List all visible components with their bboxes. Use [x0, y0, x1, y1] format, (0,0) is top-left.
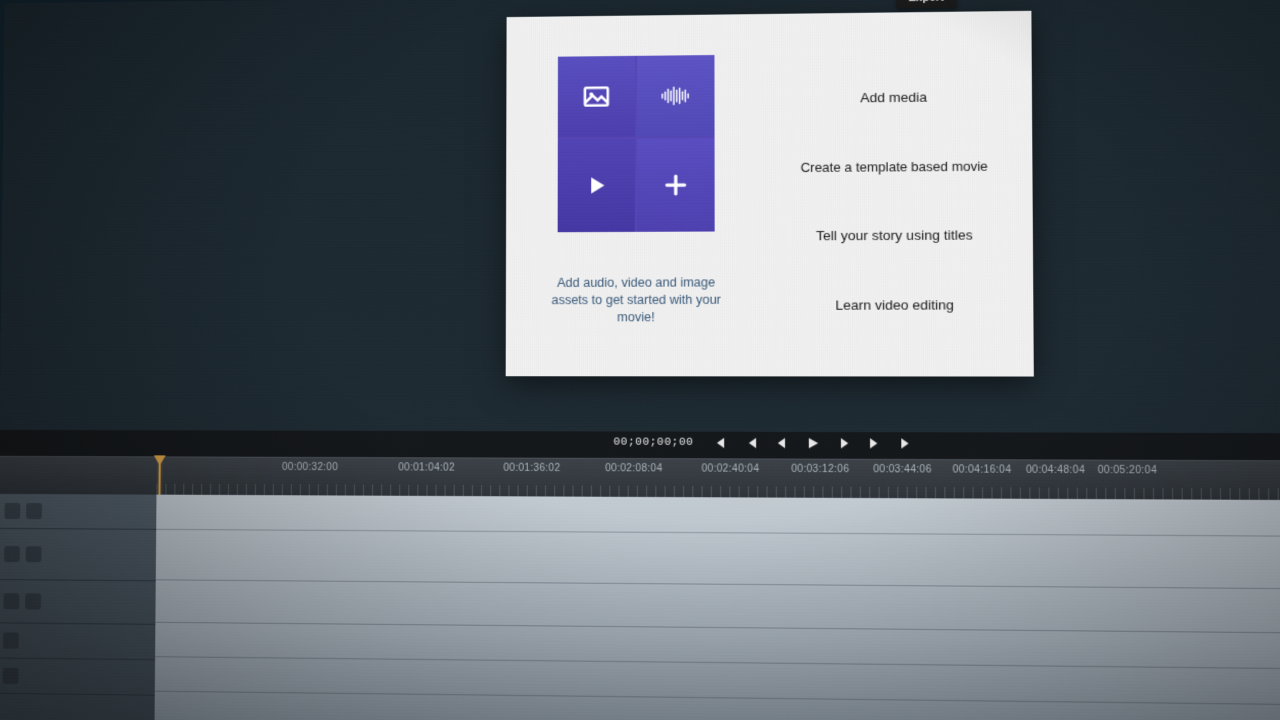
lock-icon[interactable] — [25, 593, 41, 609]
ruler-mark: 00:02:40:04 — [701, 463, 759, 475]
welcome-link-template-movie[interactable]: Create a template based movie — [777, 158, 1011, 175]
welcome-link-learn[interactable]: Learn video editing — [777, 297, 1012, 313]
welcome-link-add-media[interactable]: Add media — [777, 89, 1011, 106]
track-header-empty — [0, 694, 155, 720]
ruler-mark: 00:03:12:06 — [791, 464, 849, 476]
ruler-mark: 00:03:44:06 — [873, 464, 932, 476]
step-fwd-button[interactable] — [836, 435, 853, 452]
welcome-dialog: Add audio, video and image assets to get… — [506, 11, 1034, 377]
preview-area: Expert — [0, 0, 1280, 433]
transport-controls — [712, 435, 915, 452]
goto-end-button[interactable] — [898, 435, 915, 452]
timeline-tracks — [0, 494, 1280, 720]
lock-icon[interactable] — [26, 503, 42, 519]
speaker-icon[interactable] — [3, 593, 19, 609]
ruler-mark: 00:00:32:00 — [282, 462, 338, 473]
lock-icon[interactable] — [26, 546, 42, 562]
ruler-mark: 00:01:04:02 — [398, 462, 455, 473]
track-header-video-1[interactable] — [0, 529, 156, 581]
mode-tab-expert[interactable]: Expert — [896, 0, 956, 8]
speaker-icon[interactable] — [3, 632, 19, 648]
ruler-mark: 00:04:48:04 — [1026, 465, 1085, 477]
track-lanes[interactable] — [155, 495, 1280, 720]
ruler-mark: 00:02:08:04 — [605, 463, 662, 474]
ruler-mark: 00:04:16:04 — [952, 464, 1011, 476]
track-header-audio-3[interactable] — [0, 659, 155, 696]
track-header-video-2[interactable] — [0, 494, 156, 530]
ruler-mark: 00:05:20:04 — [1098, 465, 1158, 477]
track-header-audio-1[interactable] — [0, 580, 156, 625]
eye-icon[interactable] — [4, 546, 20, 562]
goto-start-button[interactable] — [712, 435, 728, 451]
play-button[interactable] — [805, 435, 822, 452]
plus-icon[interactable] — [637, 138, 715, 232]
play-icon[interactable] — [558, 139, 635, 233]
step-back-button[interactable] — [774, 435, 791, 451]
welcome-link-titles[interactable]: Tell your story using titles — [777, 227, 1012, 243]
audio-wave-icon[interactable] — [637, 55, 715, 137]
welcome-caption: Add audio, video and image assets to get… — [544, 274, 728, 326]
eye-icon[interactable] — [5, 503, 21, 519]
ruler-mark: 00:01:36:02 — [503, 463, 560, 474]
speaker-icon[interactable] — [3, 668, 19, 684]
prev-edit-button[interactable] — [743, 435, 760, 451]
welcome-tiles — [558, 55, 715, 232]
image-icon[interactable] — [558, 56, 635, 137]
current-timecode: 00;00;00;00 — [613, 436, 693, 449]
track-header-audio-2[interactable] — [0, 623, 155, 660]
next-edit-button[interactable] — [867, 435, 884, 452]
track-headers — [0, 494, 156, 720]
